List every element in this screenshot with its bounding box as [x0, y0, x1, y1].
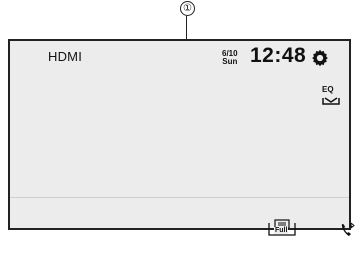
callout-marker: ① — [180, 1, 195, 16]
settings-button[interactable] — [311, 49, 329, 67]
date-weekday: Sun — [222, 57, 238, 66]
bluetooth-phone-button[interactable] — [340, 222, 356, 238]
clock-time: 12:48 — [250, 44, 307, 67]
full-label: Full — [274, 227, 289, 234]
eq-button[interactable]: EQ — [321, 85, 343, 108]
eq-icon — [322, 97, 340, 105]
full-screen-button[interactable]: Full — [267, 219, 297, 237]
bluetooth-phone-icon — [341, 222, 355, 236]
source-label: HDMI — [48, 49, 83, 64]
bottom-bar-divider — [10, 197, 349, 198]
display-screen: HDMI 6/10 Sun 12:48 EQ Full — [8, 39, 355, 236]
date-display: 6/10 Sun — [222, 50, 238, 66]
gear-icon — [312, 49, 328, 67]
